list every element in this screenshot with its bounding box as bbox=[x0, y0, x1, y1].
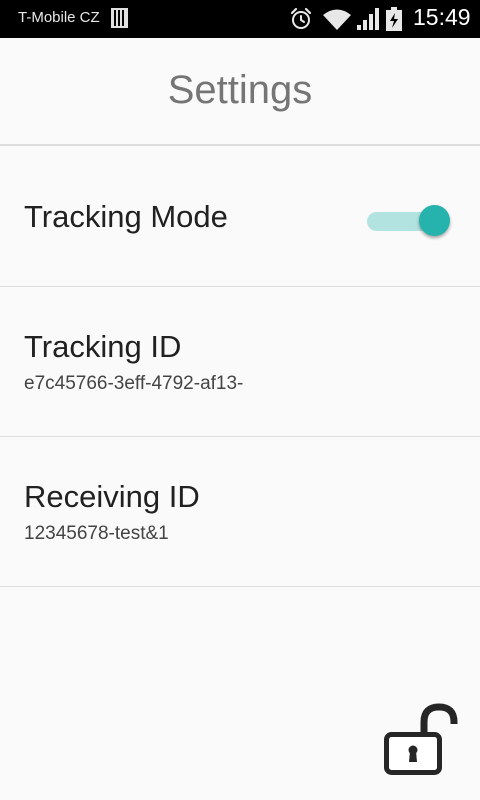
signal-icon bbox=[357, 8, 379, 30]
setting-row-tracking-id[interactable]: Tracking ID e7c45766-3eff-4792-af13- bbox=[0, 287, 480, 437]
toggle-thumb bbox=[419, 205, 450, 236]
page-title: Settings bbox=[167, 68, 313, 112]
tracking-mode-toggle[interactable] bbox=[367, 203, 453, 237]
receiving-id-value: 12345678-test&1 bbox=[24, 523, 169, 544]
app-header: Settings bbox=[0, 38, 480, 146]
setting-row-tracking-mode[interactable]: Tracking Mode bbox=[0, 146, 480, 287]
status-bar: T-Mobile CZ 15:49 bbox=[0, 0, 480, 38]
tracking-id-value: e7c45766-3eff-4792-af13- bbox=[24, 373, 244, 394]
status-clock: 15:49 bbox=[413, 4, 471, 30]
unlocked-padlock-icon[interactable] bbox=[378, 700, 462, 782]
setting-row-receiving-id[interactable]: Receiving ID 12345678-test&1 bbox=[0, 437, 480, 587]
battery-charging-icon bbox=[386, 7, 402, 31]
tracking-id-label: Tracking ID bbox=[24, 329, 182, 364]
sim-icon bbox=[111, 8, 128, 28]
tracking-mode-label: Tracking Mode bbox=[24, 199, 228, 234]
receiving-id-label: Receiving ID bbox=[24, 479, 200, 514]
wifi-icon bbox=[323, 9, 351, 30]
carrier-name: T-Mobile CZ bbox=[18, 9, 100, 26]
alarm-icon bbox=[290, 7, 312, 29]
